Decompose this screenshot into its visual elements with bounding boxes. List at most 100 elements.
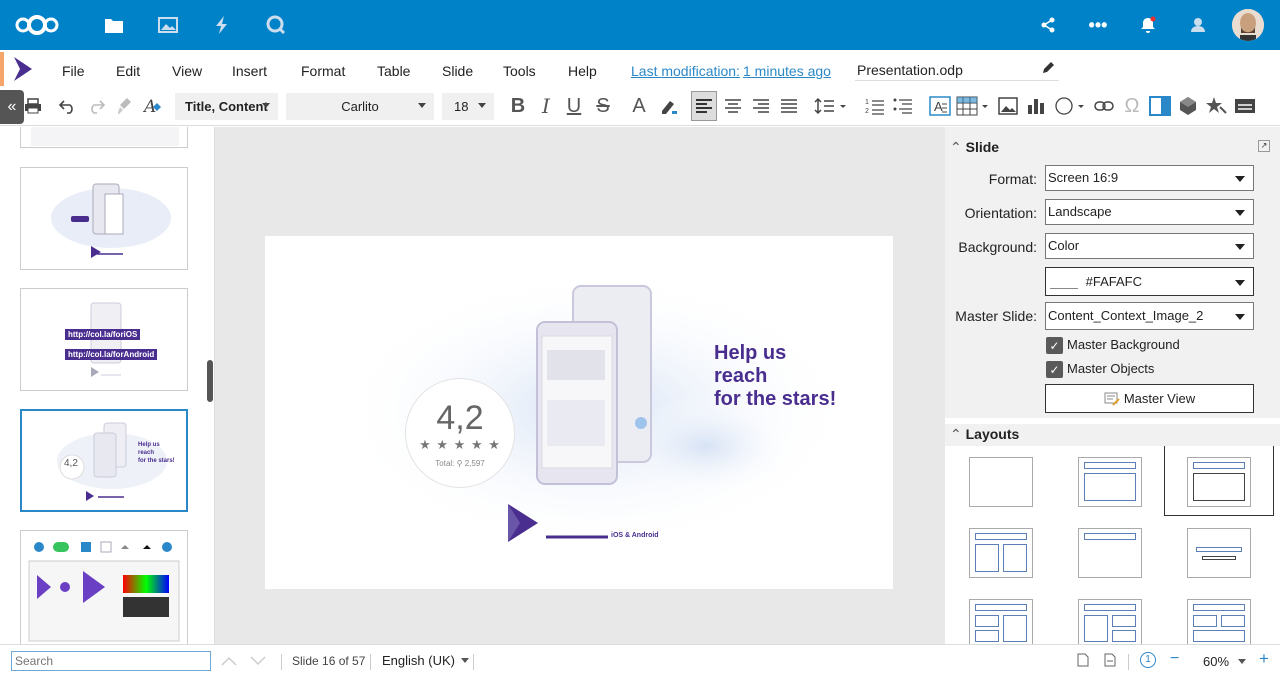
files-icon[interactable]: [100, 11, 128, 39]
slide-thumbnail-17[interactable]: [20, 530, 188, 644]
orientation-select[interactable]: Landscape: [1045, 199, 1254, 225]
document-status-icon[interactable]: [1104, 653, 1116, 670]
insert-table-icon[interactable]: [955, 92, 991, 120]
font-name-dropdown[interactable]: Carlito: [286, 93, 434, 120]
layout-title-object[interactable]: [1187, 457, 1251, 507]
last-modification-label[interactable]: Last modification:: [631, 63, 740, 79]
slide-section-header[interactable]: ⌃ Slide: [950, 139, 999, 156]
last-modification-value[interactable]: 1 minutes ago: [743, 63, 831, 79]
avatar[interactable]: [1232, 9, 1264, 41]
menu-table[interactable]: Table: [377, 63, 410, 79]
numbered-list-icon[interactable]: 12: [862, 92, 888, 120]
format-value: Screen 16:9: [1048, 170, 1119, 185]
zoom-fit-icon[interactable]: 1: [1140, 652, 1156, 668]
insert-chart-icon[interactable]: [1023, 92, 1049, 120]
bold-icon[interactable]: B: [505, 92, 531, 120]
slide-thumbnail-13[interactable]: [20, 127, 188, 148]
print-icon[interactable]: [20, 92, 46, 120]
share-icon[interactable]: [1034, 11, 1062, 39]
background-select[interactable]: Color: [1045, 233, 1254, 259]
font-size-dropdown[interactable]: 18: [442, 93, 494, 120]
align-left-icon[interactable]: [691, 91, 717, 121]
slide-thumbnail-16-selected[interactable]: 4,2 Help us reach for the stars!: [20, 409, 188, 512]
edit-pencil-icon[interactable]: [1041, 61, 1055, 78]
signature-icon[interactable]: [1077, 653, 1089, 670]
paragraph-style-value: Title, Content: [185, 99, 268, 114]
special-character-icon[interactable]: Ω: [1119, 92, 1145, 120]
master-objects-checkbox[interactable]: ✓: [1046, 361, 1063, 378]
format-label: Format:: [988, 171, 1037, 187]
menu-edit[interactable]: Edit: [116, 63, 140, 79]
menu-tools[interactable]: Tools: [503, 63, 536, 79]
master-background-label[interactable]: Master Background: [1067, 337, 1180, 352]
highlight-icon[interactable]: [655, 92, 681, 120]
menu-file[interactable]: File: [62, 63, 85, 79]
zoom-in-icon[interactable]: +: [1259, 649, 1269, 669]
nextcloud-logo-icon[interactable]: [12, 11, 62, 39]
font-color-icon[interactable]: A: [626, 92, 652, 120]
language-select[interactable]: English (UK): [382, 653, 469, 668]
search-up-icon[interactable]: [220, 654, 238, 670]
redo-icon[interactable]: [83, 92, 109, 120]
format-select[interactable]: Screen 16:9: [1045, 165, 1254, 191]
insert-shape-icon[interactable]: [1053, 92, 1089, 120]
paragraph-style-dropdown[interactable]: Title, Content: [175, 93, 278, 120]
underline-icon[interactable]: U: [561, 92, 587, 120]
layout-title-2-content[interactable]: [969, 528, 1033, 578]
clear-formatting-icon[interactable]: A: [140, 92, 166, 120]
color-picker[interactable]: #FAFAFC: [1045, 267, 1254, 296]
insert-image-icon[interactable]: [995, 92, 1021, 120]
slide-16[interactable]: 4,2 ★ ★ ★ ★ ★ Total: ⚲ 2,597 Help us reac…: [265, 236, 893, 589]
search-icon[interactable]: [262, 11, 290, 39]
more-options-icon[interactable]: ↗: [1258, 140, 1270, 152]
bullet-list-icon[interactable]: [890, 92, 916, 120]
layout-title-content[interactable]: [1078, 457, 1142, 507]
layout-title-only[interactable]: [1078, 528, 1142, 578]
more-icon[interactable]: •••: [1084, 11, 1112, 39]
layout-blank[interactable]: [969, 457, 1033, 507]
fontwork-icon[interactable]: [1203, 92, 1229, 120]
zoom-out-icon[interactable]: −: [1170, 650, 1179, 668]
slide-thumbnail-14[interactable]: [20, 167, 188, 270]
notifications-icon[interactable]: [1134, 11, 1162, 39]
undo-icon[interactable]: [55, 92, 81, 120]
search-input[interactable]: [11, 651, 211, 671]
italic-icon[interactable]: I: [533, 92, 559, 120]
activity-icon[interactable]: [208, 11, 236, 39]
justify-icon[interactable]: [776, 92, 802, 120]
slide-thumbnail-15[interactable]: http://col.la/foriOS http://col.la/forAn…: [20, 288, 188, 391]
master-view-button[interactable]: Master View: [1045, 384, 1254, 413]
3d-object-icon[interactable]: [1175, 92, 1201, 120]
doc-accent: [0, 52, 4, 86]
photos-icon[interactable]: [154, 11, 182, 39]
search-down-icon[interactable]: [249, 654, 267, 670]
menu-view[interactable]: View: [172, 63, 202, 79]
layout-centered-text[interactable]: [1187, 528, 1251, 578]
align-right-icon[interactable]: [748, 92, 774, 120]
menu-insert[interactable]: Insert: [232, 63, 267, 79]
master-background-checkbox[interactable]: ✓: [1046, 337, 1063, 354]
insert-link-icon[interactable]: [1091, 92, 1117, 120]
sidebar-toggle-icon[interactable]: [1147, 92, 1173, 120]
layout-title-4-content[interactable]: [1187, 599, 1251, 644]
menu-format[interactable]: Format: [301, 63, 345, 79]
layout-title-2-content-stacked[interactable]: [969, 599, 1033, 644]
zoom-dropdown-icon[interactable]: [1238, 659, 1246, 664]
zoom-level[interactable]: 60%: [1203, 654, 1229, 669]
background-label: Background:: [958, 239, 1037, 255]
master-objects-label[interactable]: Master Objects: [1067, 361, 1154, 376]
clone-formatting-icon[interactable]: [112, 92, 138, 120]
contacts-icon[interactable]: [1184, 11, 1212, 39]
menu-help[interactable]: Help: [568, 63, 597, 79]
insert-textbox-icon[interactable]: A: [927, 92, 953, 120]
align-center-icon[interactable]: [720, 92, 746, 120]
layouts-section-header[interactable]: ⌃ Layouts: [950, 426, 1019, 443]
master-slide-select[interactable]: Content_Context_Image_2: [1045, 302, 1254, 330]
form-control-icon[interactable]: [1232, 92, 1258, 120]
line-spacing-icon[interactable]: [813, 92, 849, 120]
strikethrough-icon[interactable]: S: [590, 92, 616, 120]
menu-slide[interactable]: Slide: [442, 63, 473, 79]
layout-title-content-2[interactable]: [1078, 599, 1142, 644]
filename-field[interactable]: Presentation.odp: [855, 59, 1059, 81]
panel-scrollbar[interactable]: [207, 360, 213, 402]
